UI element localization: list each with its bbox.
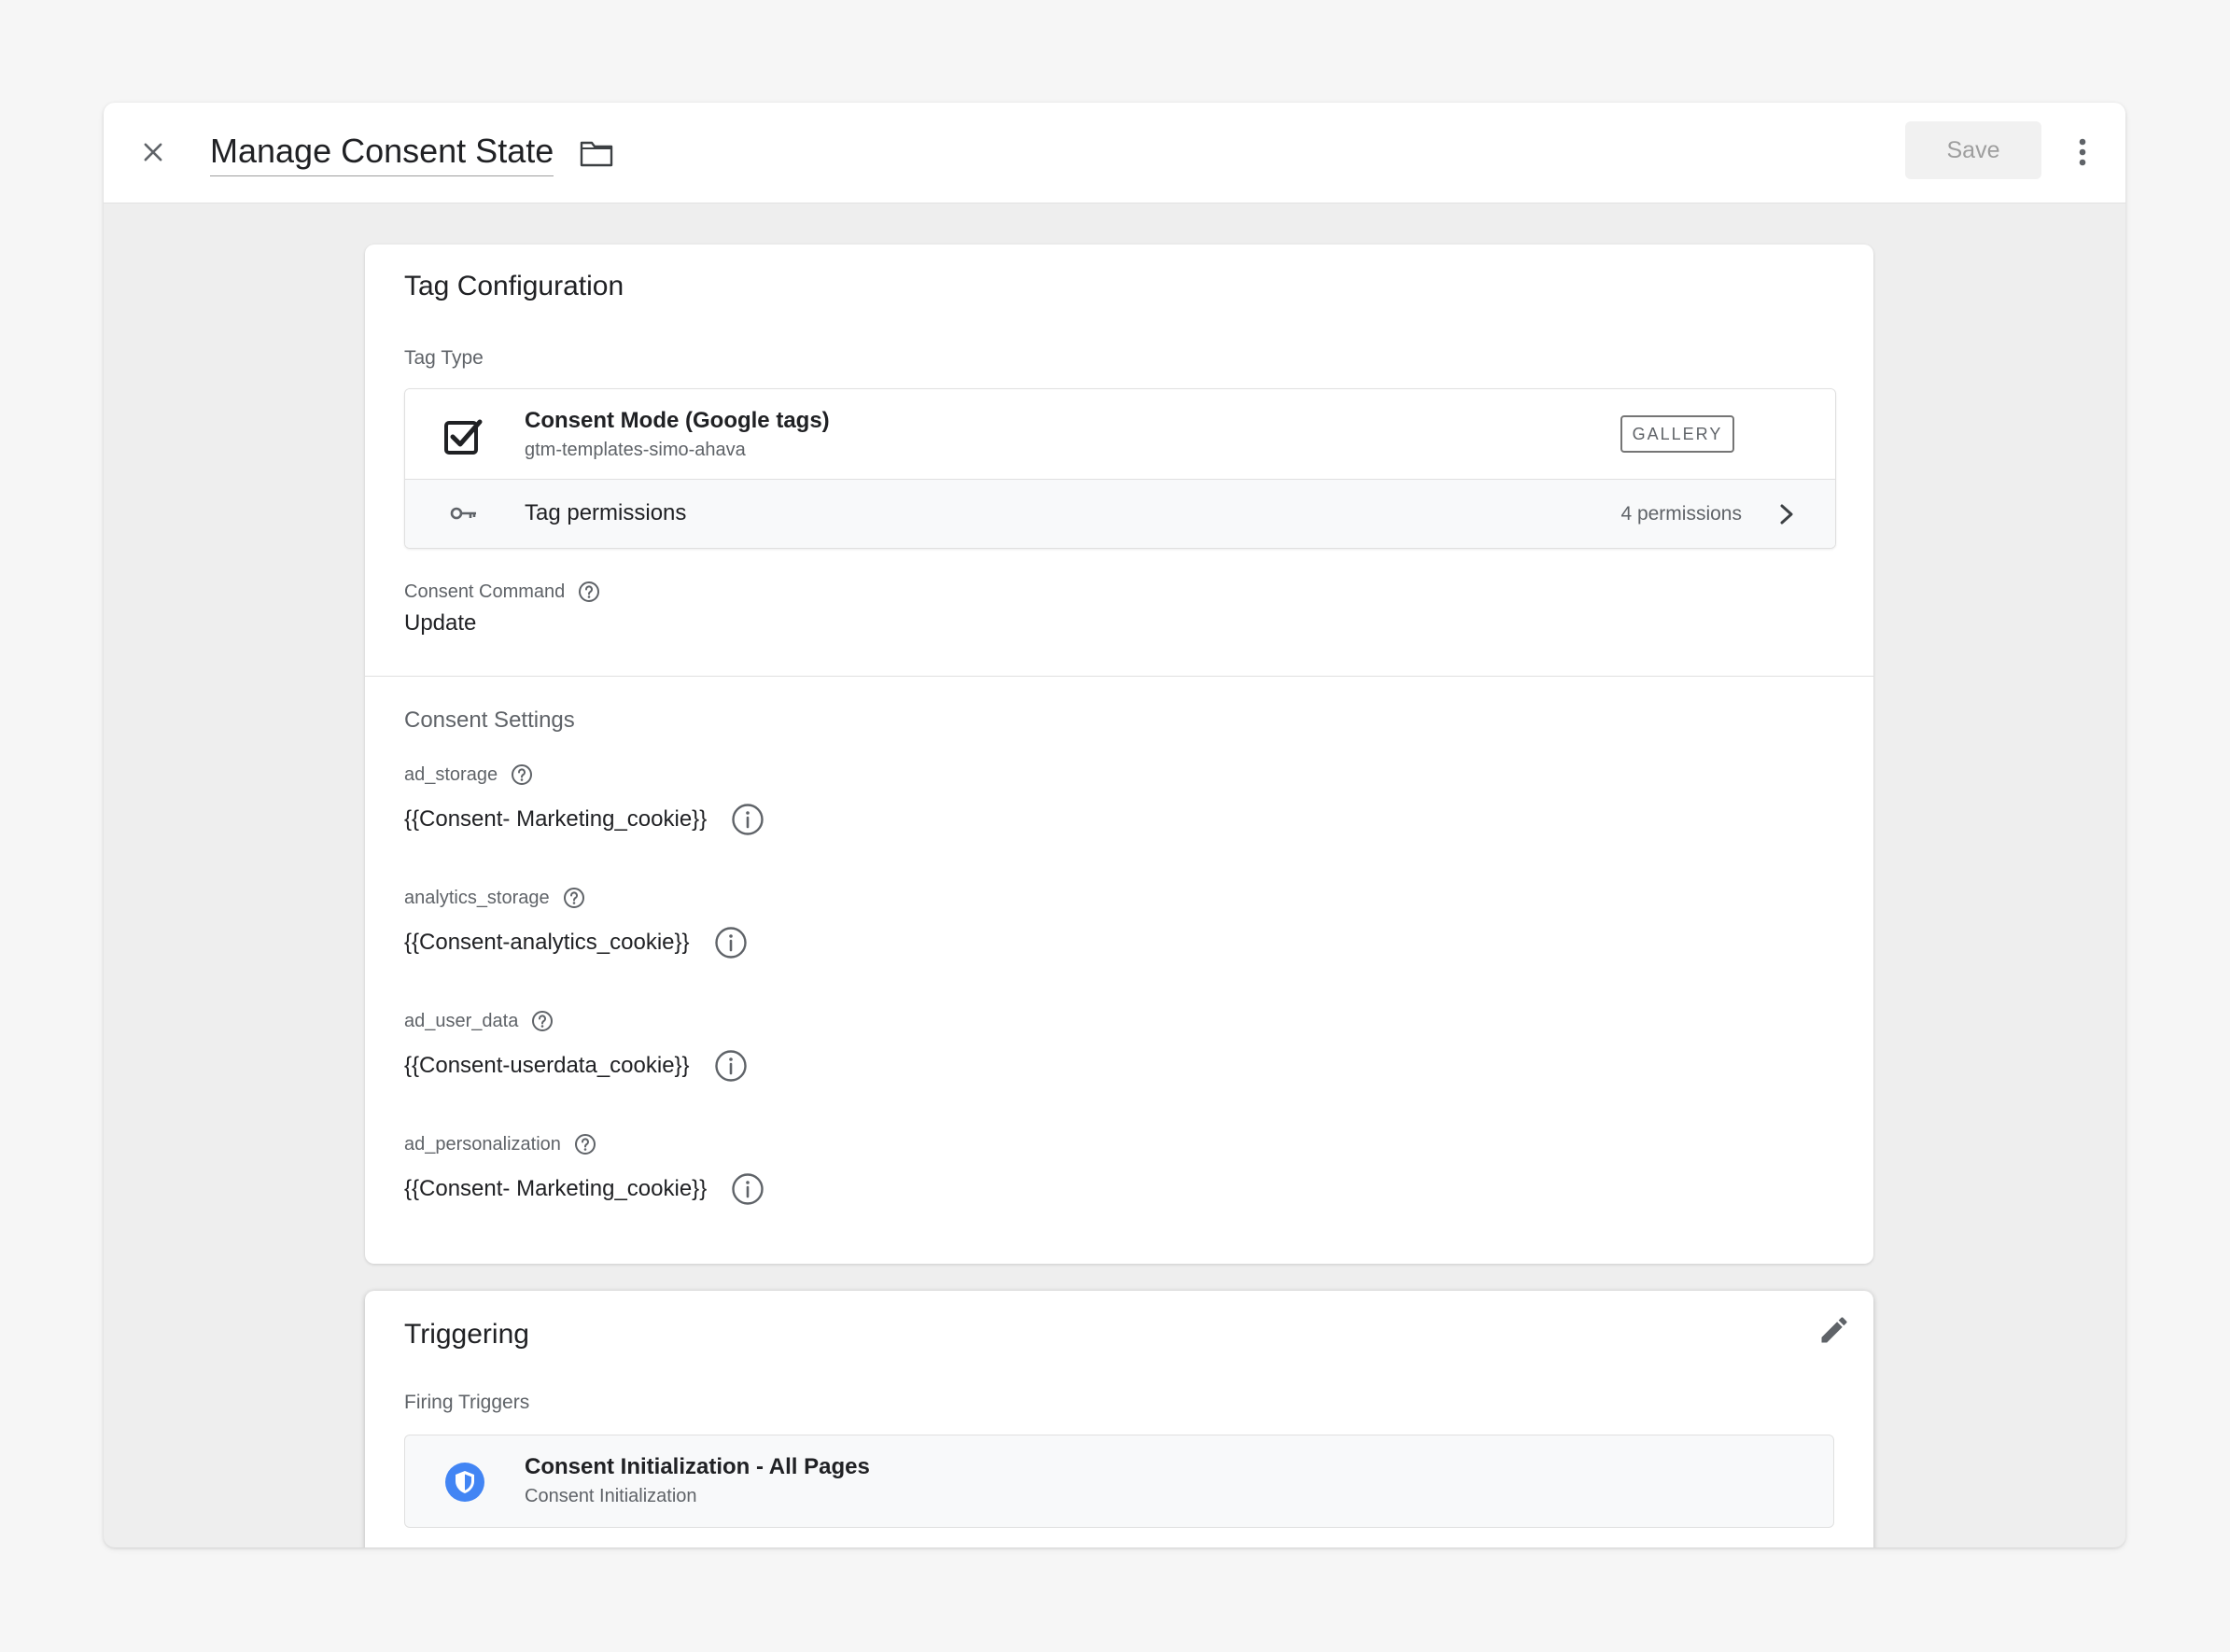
ad-personalization-label: ad_personalization <box>404 1133 596 1155</box>
checkbox-checked-icon <box>444 419 483 455</box>
analytics-storage-value: {{Consent-analytics_cookie}} <box>404 926 748 959</box>
info-icon[interactable] <box>714 1049 748 1083</box>
tag-type-row[interactable]: Consent Mode (Google tags) gtm-templates… <box>405 389 1835 480</box>
divider <box>365 676 1873 677</box>
key-icon <box>450 507 476 520</box>
editor-header: Manage Consent State Save <box>104 103 2125 203</box>
close-icon <box>144 143 162 161</box>
ad-user-data-label: ad_user_data <box>404 1010 554 1032</box>
save-button[interactable]: Save <box>1905 121 2041 179</box>
info-icon[interactable] <box>731 1172 764 1206</box>
folder-icon <box>581 141 613 167</box>
tag-permissions-row[interactable]: Tag permissions 4 permissions <box>405 480 1835 548</box>
close-button[interactable] <box>132 131 175 174</box>
shield-icon <box>445 1463 484 1502</box>
ad-storage-label: ad_storage <box>404 763 533 786</box>
trigger-name: Consent Initialization - All Pages <box>525 1454 870 1479</box>
tag-editor-window: Manage Consent State Save Tag Configurat… <box>104 103 2125 1547</box>
help-icon[interactable] <box>578 581 600 603</box>
card-title: Tag Configuration <box>404 271 624 301</box>
triggering-card[interactable]: Triggering Firing Triggers Consent Initi… <box>365 1291 1873 1547</box>
help-icon[interactable] <box>563 887 585 909</box>
analytics-storage-label: analytics_storage <box>404 887 585 909</box>
ad-storage-value: {{Consent- Marketing_cookie}} <box>404 803 764 836</box>
card-title: Triggering <box>404 1319 529 1350</box>
tag-type-name: Consent Mode (Google tags) <box>525 408 830 433</box>
help-icon[interactable] <box>511 763 533 786</box>
more-vert-icon <box>2079 138 2086 166</box>
firing-triggers-label: Firing Triggers <box>404 1392 530 1413</box>
consent-command-label: Consent Command <box>404 581 600 603</box>
permissions-count: 4 permissions <box>1620 503 1742 525</box>
tag-configuration-card[interactable]: Tag Configuration Tag Type Consent Mode … <box>365 245 1873 1264</box>
edit-button[interactable] <box>1814 1309 1855 1351</box>
ad-user-data-value: {{Consent-userdata_cookie}} <box>404 1049 748 1083</box>
pencil-icon <box>1821 1317 1847 1343</box>
chevron-right-icon <box>1780 504 1793 525</box>
help-icon[interactable] <box>574 1133 596 1155</box>
tag-permissions-label: Tag permissions <box>525 500 687 525</box>
tag-type-publisher: gtm-templates-simo-ahava <box>525 440 746 460</box>
consent-command-value: Update <box>404 610 477 636</box>
info-icon[interactable] <box>714 926 748 959</box>
consent-settings-title: Consent Settings <box>404 707 575 733</box>
tag-type-label: Tag Type <box>404 347 484 369</box>
tag-type-box: Consent Mode (Google tags) gtm-templates… <box>404 388 1836 549</box>
tag-name-input[interactable]: Manage Consent State <box>210 131 554 176</box>
more-options-button[interactable] <box>2062 129 2103 175</box>
ad-personalization-value: {{Consent- Marketing_cookie}} <box>404 1172 764 1206</box>
help-icon[interactable] <box>531 1010 554 1032</box>
gallery-badge: GALLERY <box>1620 415 1734 453</box>
trigger-row[interactable]: Consent Initialization - All Pages Conse… <box>404 1435 1834 1528</box>
folder-button[interactable] <box>578 134 615 172</box>
info-icon[interactable] <box>731 803 764 836</box>
trigger-type: Consent Initialization <box>525 1486 697 1506</box>
